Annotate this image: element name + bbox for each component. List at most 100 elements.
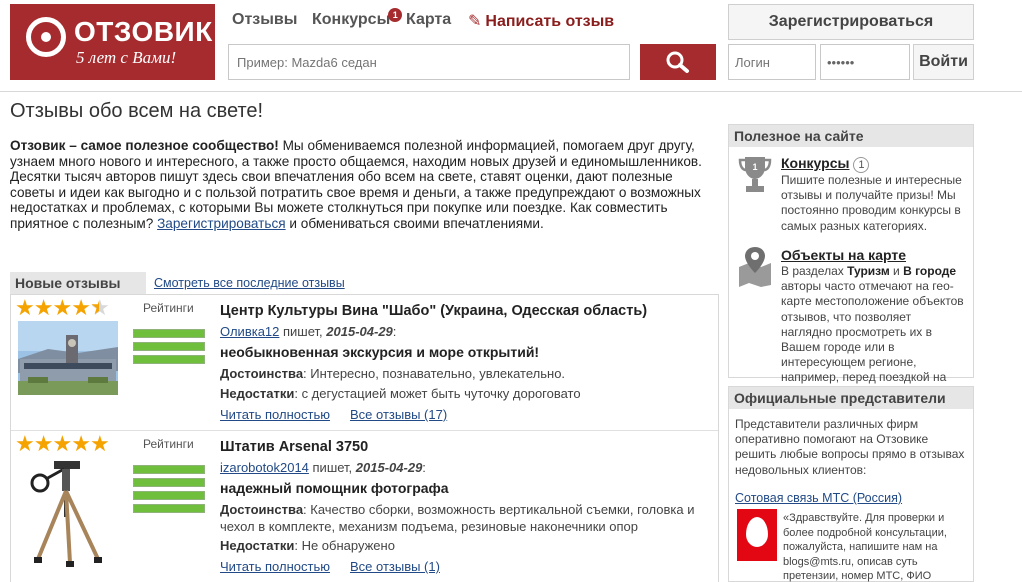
rating-bar: [133, 478, 205, 487]
feature-contests-text: Пишите полезные и интересные отзывы и по…: [735, 173, 971, 234]
review-writes: пишет,: [279, 324, 327, 339]
review-photo-tripod[interactable]: [18, 459, 118, 569]
search-icon: [666, 51, 689, 73]
search-button[interactable]: [640, 44, 716, 80]
reviews-list: ★★★★★★ Рейтинги Центр Культуры Вина "Шаб…: [10, 294, 719, 582]
mts-rep-link[interactable]: Сотовая связь МТС (Россия): [735, 491, 902, 505]
all-reviews-link[interactable]: Все отзывы (1): [350, 559, 440, 574]
nav-contests[interactable]: Конкурсы 1: [312, 8, 403, 29]
star-icon: ★: [15, 295, 35, 320]
review-meta: izarobotok2014 пишет, 2015-04-29:: [220, 460, 426, 475]
mts-quote: «Здравствуйте. Для проверки и более подр…: [783, 512, 947, 582]
official-reps-box: Официальные представители Представители …: [728, 386, 974, 582]
star-icon: ★: [33, 295, 54, 320]
official-reps-text: Представители различных фирм оперативно …: [735, 417, 965, 477]
half-star-icon: ★★: [89, 295, 110, 320]
intro-paragraph: Отзовик – самое полезное сообщество! Мы …: [10, 138, 718, 231]
useful-box-title: Полезное на сайте: [729, 125, 973, 147]
register-button[interactable]: Зарегистрироваться: [728, 4, 974, 40]
review-photo-winery[interactable]: [18, 321, 118, 395]
nav-write-label: Написать отзыв: [485, 13, 615, 30]
review-object-title[interactable]: Штатив Arsenal 3750: [220, 439, 368, 455]
rating-stars: ★★★★★: [15, 431, 110, 456]
useful-box: Полезное на сайте 1 Конкурсы 1 Пишите пол…: [728, 124, 974, 400]
page-title: Отзывы обо всем на свете!: [10, 100, 264, 122]
contests-count-badge: 1: [853, 157, 870, 173]
pros-label: Достоинства: [220, 366, 304, 381]
map-tourism: Туризм: [847, 264, 890, 278]
review-cons: Недостатки: с дегустацией может быть чут…: [220, 386, 581, 401]
rating-stars: ★★★★★★: [15, 295, 110, 320]
mts-logo[interactable]: [737, 509, 777, 561]
contests-count-badge: 1: [388, 8, 403, 22]
rating-bar: [133, 342, 205, 351]
read-more-link[interactable]: Читать полностью: [220, 559, 330, 574]
map-text-b: и: [889, 264, 904, 278]
cons-text: : с дегустацией может быть чуточку дорог…: [294, 386, 581, 401]
login-input[interactable]: [728, 44, 816, 80]
nav-write-review[interactable]: ✎ Написать отзыв: [468, 11, 614, 31]
all-reviews-link[interactable]: Все отзывы (17): [350, 407, 447, 422]
nav-reviews[interactable]: Отзывы: [232, 11, 297, 29]
review-author-link[interactable]: Оливка12: [220, 324, 279, 339]
intro-tail: и обмениваться своими впечатлениями.: [285, 215, 544, 231]
pros-text: : Интересно, познавательно, увлекательно…: [303, 366, 566, 381]
mts-egg-icon: [746, 517, 768, 547]
pencil-icon: ✎: [468, 13, 482, 30]
star-icon: ★: [71, 295, 91, 320]
cons-label: Недостатки: [220, 386, 295, 401]
star-icon: ★: [89, 431, 110, 456]
review-item: ★★★★★ Рейтинги Штатив Arsenal 3750 izaro…: [11, 430, 718, 582]
star-icon: ★: [33, 431, 54, 456]
all-latest-reviews-link[interactable]: Смотреть все последние отзывы: [154, 276, 345, 290]
rating-bar: [133, 355, 205, 364]
cons-label: Недостатки: [220, 538, 295, 553]
rating-bars: [133, 329, 205, 368]
review-pros: Достоинства: Качество сборки, возможност…: [220, 502, 710, 535]
rating-bar: [133, 504, 205, 513]
ratings-label: Рейтинги: [143, 301, 194, 315]
review-cons: Недостатки: Не обнаружено: [220, 538, 395, 553]
star-icon: ★: [71, 431, 91, 456]
feature-map-title[interactable]: Объекты на карте: [781, 247, 906, 263]
logo-ring-icon: [26, 17, 66, 57]
review-writes: пишет,: [308, 460, 356, 475]
ratings-label: Рейтинги: [143, 437, 194, 451]
pros-label: Достоинства: [220, 502, 304, 517]
login-button[interactable]: Войти: [913, 44, 974, 80]
svg-text:1: 1: [752, 162, 757, 172]
cons-text: : Не обнаружено: [294, 538, 395, 553]
review-author-link[interactable]: izarobotok2014: [220, 460, 309, 475]
logo-slogan: 5 лет с Вами!: [76, 48, 177, 67]
feature-contests-title[interactable]: Конкурсы 1: [781, 155, 870, 173]
map-city: В городе: [903, 264, 957, 278]
rating-bar: [133, 329, 205, 338]
nav-map[interactable]: Карта: [406, 11, 451, 29]
star-icon: ★: [52, 431, 72, 456]
review-date: 2015-04-29: [355, 460, 423, 475]
site-header: ОТЗОВИК 5 лет с Вами! Отзывы Конкурсы 1 К…: [0, 0, 1022, 92]
map-text-c: авторы часто отмечают на гео-карте место…: [781, 279, 964, 399]
search-input[interactable]: [228, 44, 630, 80]
review-item: ★★★★★★ Рейтинги Центр Культуры Вина "Шаб…: [11, 295, 718, 430]
review-object-title[interactable]: Центр Культуры Вина "Шабо" (Украина, Оде…: [220, 303, 647, 319]
site-logo[interactable]: ОТЗОВИК 5 лет с Вами!: [10, 4, 215, 80]
password-input[interactable]: [820, 44, 910, 80]
rating-bars: [133, 465, 205, 517]
rating-bar: [133, 465, 205, 474]
map-text-a: В разделах: [781, 264, 848, 278]
star-icon: ★: [15, 431, 35, 456]
nav-contests-label: Конкурсы: [312, 11, 391, 28]
read-more-link[interactable]: Читать полностью: [220, 407, 330, 422]
logo-brand: ОТЗОВИК: [74, 16, 213, 47]
feature-contests-label: Конкурсы: [781, 155, 850, 171]
tab-new-reviews[interactable]: Новые отзывы: [10, 272, 146, 294]
official-reps-title: Официальные представители: [729, 387, 973, 409]
star-icon: ★: [52, 295, 72, 320]
intro-register-link[interactable]: Зарегистрироваться: [157, 216, 286, 231]
review-date: 2015-04-29: [326, 324, 393, 339]
review-headline[interactable]: надежный помощник фотографа: [220, 480, 449, 496]
review-headline[interactable]: необыкновенная экскурсия и море открытий…: [220, 344, 539, 360]
review-links: Читать полностью Все отзывы (1): [220, 559, 460, 574]
review-links: Читать полностью Все отзывы (17): [220, 407, 467, 422]
